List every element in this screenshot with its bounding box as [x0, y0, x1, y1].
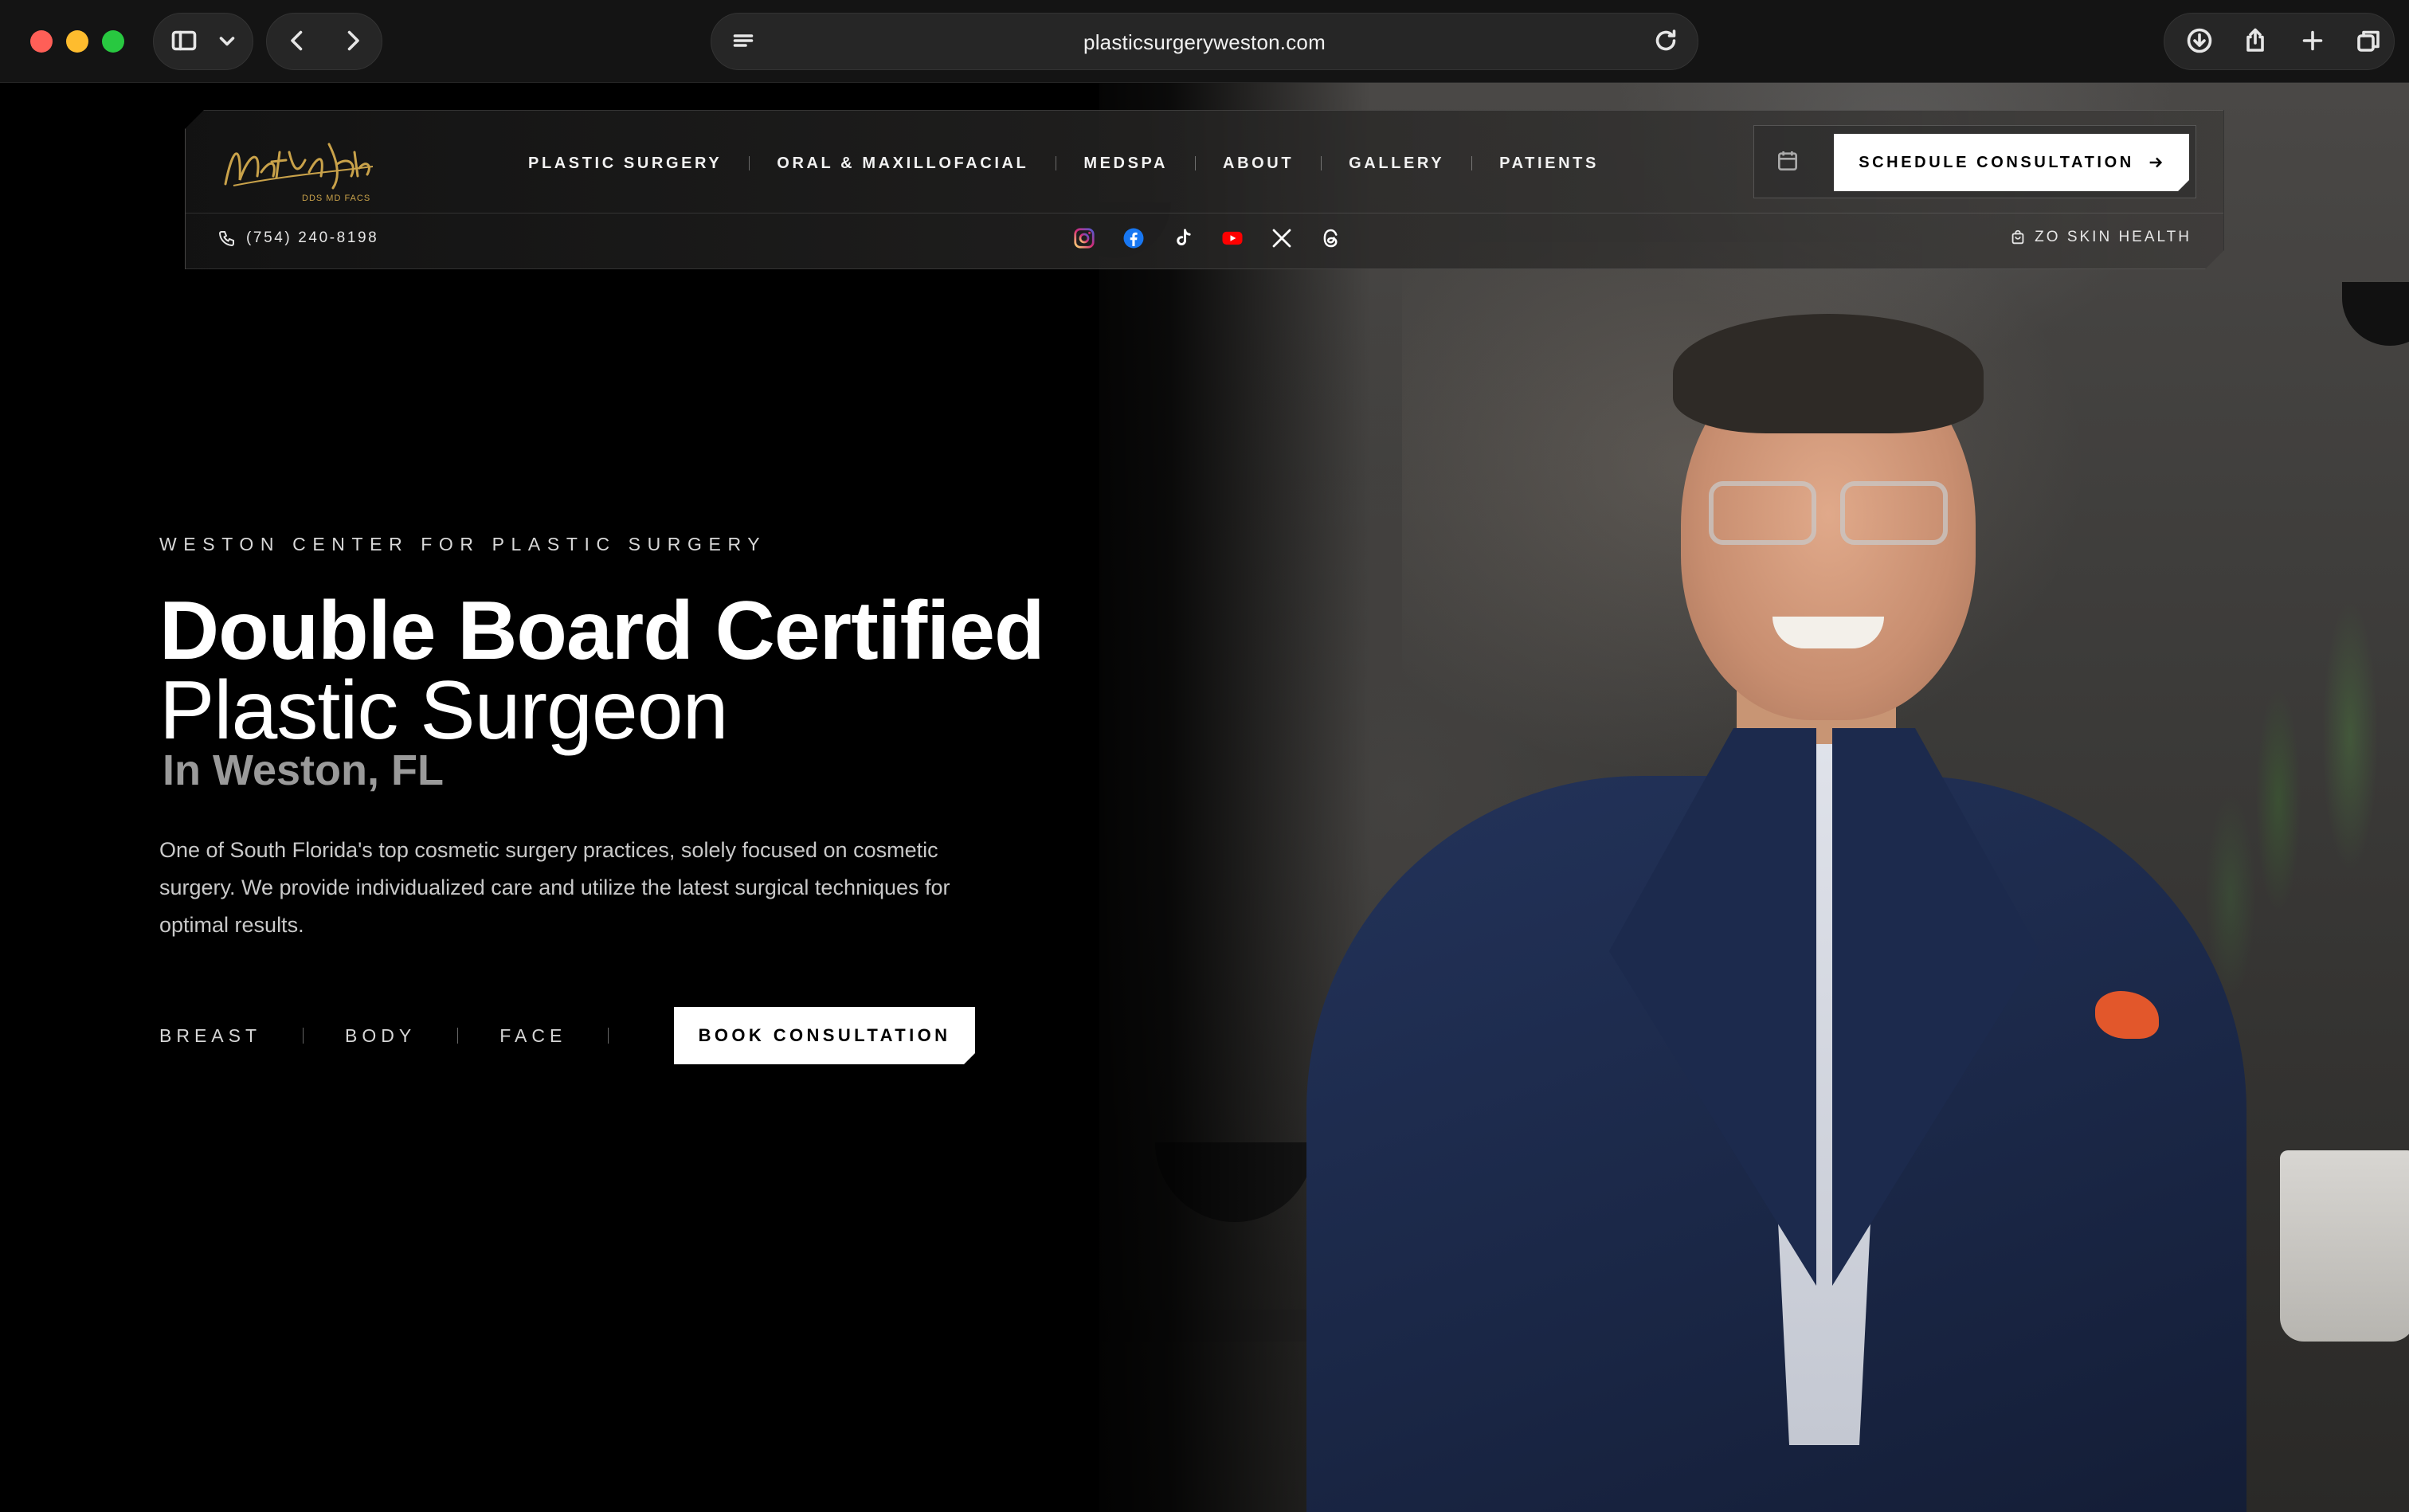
- browser-actions-group: [2164, 13, 2395, 70]
- logo-subtext: DDS MD FACS: [302, 194, 371, 203]
- nav-about[interactable]: ABOUT: [1223, 155, 1294, 173]
- link-breast[interactable]: BREAST: [159, 1025, 261, 1047]
- phone-icon: [217, 229, 237, 248]
- zo-skin-health-label: ZO SKIN HEALTH: [2035, 229, 2192, 245]
- facebook-icon[interactable]: [1121, 225, 1146, 251]
- nav-gallery[interactable]: GALLERY: [1349, 155, 1444, 173]
- schedule-consultation-label: SCHEDULE CONSULTATION: [1859, 153, 2134, 171]
- site-logo[interactable]: DDS MD FACS: [217, 128, 377, 200]
- tab-overview-icon[interactable]: [2349, 22, 2387, 60]
- sidebar-toggle-group: [153, 13, 253, 70]
- minimize-window-button[interactable]: [66, 30, 88, 53]
- zo-skin-health-link[interactable]: ZO SKIN HEALTH: [2009, 229, 2192, 246]
- arrow-right-icon: [2147, 154, 2164, 171]
- schedule-consultation-button[interactable]: SCHEDULE CONSULTATION: [1834, 134, 2189, 191]
- hero-title-line3: In Weston, FL: [163, 746, 444, 794]
- site-header: DDS MD FACS PLASTIC SURGERY ORAL & MAXIL…: [185, 110, 2224, 269]
- share-icon[interactable]: [2236, 22, 2274, 60]
- reload-icon[interactable]: [1647, 22, 1685, 60]
- plant-pot: [2280, 1150, 2409, 1342]
- youtube-icon[interactable]: [1220, 225, 1245, 251]
- logo-signature: [217, 128, 377, 200]
- hero-quick-links: BREAST BODY FACE: [159, 1007, 650, 1064]
- web-page: DDS MD FACS PLASTIC SURGERY ORAL & MAXIL…: [0, 83, 2409, 1512]
- nav-divider: [749, 156, 750, 170]
- instagram-icon[interactable]: [1071, 225, 1097, 251]
- social-links: [1071, 225, 1344, 251]
- chevron-down-icon[interactable]: [208, 22, 246, 60]
- nav-patients[interactable]: PATIENTS: [1499, 155, 1599, 173]
- glasses: [1709, 481, 1948, 545]
- link-body[interactable]: BODY: [345, 1025, 416, 1047]
- tiktok-icon[interactable]: [1170, 225, 1196, 251]
- link-divider: [303, 1028, 304, 1044]
- pendant-lamp: [2342, 282, 2409, 346]
- nav-divider: [1321, 156, 1322, 170]
- nav-plastic-surgery[interactable]: PLASTIC SURGERY: [528, 155, 722, 173]
- browser-toolbar: plasticsurgeryweston.com: [0, 0, 2409, 83]
- phone-number: (754) 240-8198: [246, 229, 379, 246]
- hair: [1673, 314, 1984, 433]
- main-nav: PLASTIC SURGERY ORAL & MAXILLOFACIAL MED…: [528, 147, 1599, 179]
- link-divider: [608, 1028, 609, 1044]
- new-tab-icon[interactable]: [2293, 22, 2332, 60]
- surgeon-portrait: [1306, 298, 2246, 1512]
- nav-divider: [1471, 156, 1472, 170]
- link-face[interactable]: FACE: [499, 1025, 566, 1047]
- phone-link[interactable]: (754) 240-8198: [217, 229, 378, 248]
- x-icon[interactable]: [1269, 225, 1295, 251]
- history-nav-group: [266, 13, 382, 70]
- shopping-bag-icon: [2009, 229, 2027, 246]
- nav-medspa[interactable]: MEDSPA: [1083, 155, 1168, 173]
- download-icon[interactable]: [2180, 22, 2219, 60]
- url-text[interactable]: plasticsurgeryweston.com: [711, 14, 1698, 71]
- nav-divider: [1195, 156, 1196, 170]
- back-icon[interactable]: [278, 22, 316, 60]
- threads-icon[interactable]: [1318, 225, 1344, 251]
- hero-intro: One of South Florida's top cosmetic surg…: [159, 838, 950, 937]
- calendar-icon[interactable]: [1775, 148, 1804, 177]
- schedule-box: SCHEDULE CONSULTATION: [1753, 125, 2196, 198]
- zoom-window-button[interactable]: [102, 30, 124, 53]
- sidebar-icon[interactable]: [165, 22, 203, 60]
- close-window-button[interactable]: [30, 30, 53, 53]
- link-divider: [457, 1028, 459, 1044]
- nav-oral-maxillofacial[interactable]: ORAL & MAXILLOFACIAL: [777, 155, 1028, 173]
- book-consultation-button[interactable]: BOOK CONSULTATION: [674, 1007, 975, 1064]
- address-bar[interactable]: plasticsurgeryweston.com: [711, 13, 1698, 70]
- forward-icon[interactable]: [334, 22, 372, 60]
- hero-eyebrow: WESTON CENTER FOR PLASTIC SURGERY: [159, 534, 767, 554]
- smile: [1772, 617, 1884, 648]
